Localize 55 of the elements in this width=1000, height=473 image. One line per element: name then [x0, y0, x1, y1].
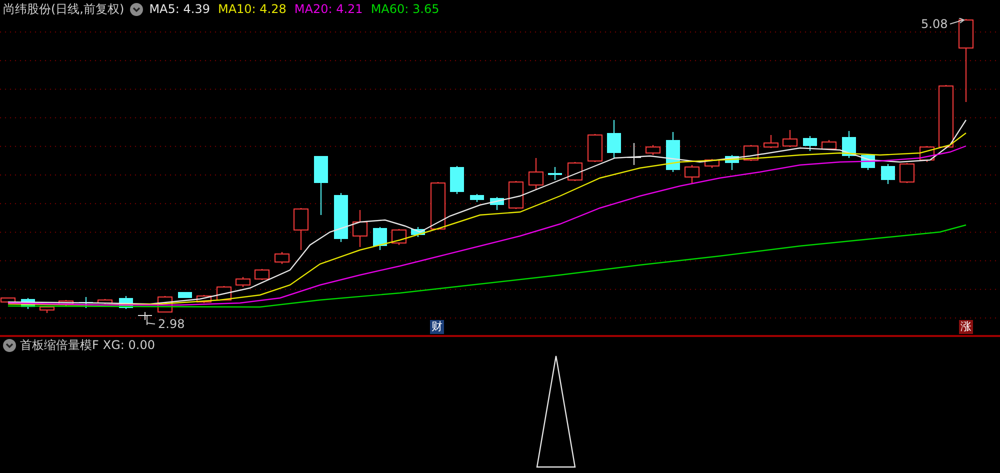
candlestick — [470, 194, 484, 202]
leader-line — [146, 316, 156, 326]
indicator-value: XG: 0.00 — [102, 338, 156, 352]
candlestick — [607, 120, 621, 158]
candlestick — [411, 226, 425, 238]
event-marker[interactable]: 涨 — [959, 320, 973, 334]
candlestick — [274, 252, 290, 264]
candlestick — [588, 134, 602, 162]
event-marker[interactable]: 财 — [430, 320, 444, 334]
dropdown-icon[interactable] — [130, 2, 144, 16]
candlestick — [646, 144, 660, 156]
candlestick — [334, 192, 348, 242]
candlestick — [822, 140, 836, 150]
stock-title: 尚纬股份(日线,前复权) — [3, 0, 124, 18]
candlestick — [392, 228, 406, 246]
candlestick — [0, 298, 16, 302]
candlestick — [725, 154, 739, 170]
candlestick — [666, 132, 680, 172]
candlestick — [627, 142, 641, 166]
candlestick — [938, 84, 954, 148]
moving-average-value: MA20: 4.21 — [294, 2, 363, 16]
moving-average-value: MA5: 4.39 — [149, 2, 210, 16]
candlestick — [490, 196, 504, 210]
candlestick — [314, 156, 328, 216]
candlestick — [373, 226, 387, 250]
candlestick — [21, 298, 35, 310]
candlestick — [254, 268, 270, 280]
candlestick — [548, 166, 562, 180]
candlestick — [58, 300, 74, 306]
candlestick — [40, 306, 54, 314]
candlestick — [508, 180, 524, 210]
moving-average-value: MA60: 3.65 — [370, 2, 440, 16]
candlestick — [782, 130, 798, 148]
candlestick — [294, 208, 308, 250]
candlestick — [764, 134, 778, 148]
price-label: 5.08 — [921, 18, 948, 31]
candlestick — [430, 182, 446, 230]
candlestick — [528, 158, 544, 190]
candlestick — [138, 312, 152, 320]
candlestick — [236, 276, 250, 288]
candlestick — [881, 164, 895, 184]
candlestick — [450, 166, 464, 194]
candlestick — [98, 298, 112, 304]
candlestick — [842, 130, 856, 158]
price-label: 2.98 — [158, 318, 185, 331]
indicator-name: 首板缩倍量模F — [20, 336, 99, 354]
candlestick — [568, 162, 582, 182]
candlestick — [352, 210, 368, 248]
candlestick — [178, 292, 192, 298]
candlestick — [803, 136, 817, 152]
candlestick — [900, 162, 914, 184]
candlestick — [684, 164, 700, 184]
moving-average-value: MA10: 4.28 — [218, 2, 286, 16]
leader-line — [950, 18, 966, 24]
dropdown-icon[interactable] — [3, 338, 16, 352]
